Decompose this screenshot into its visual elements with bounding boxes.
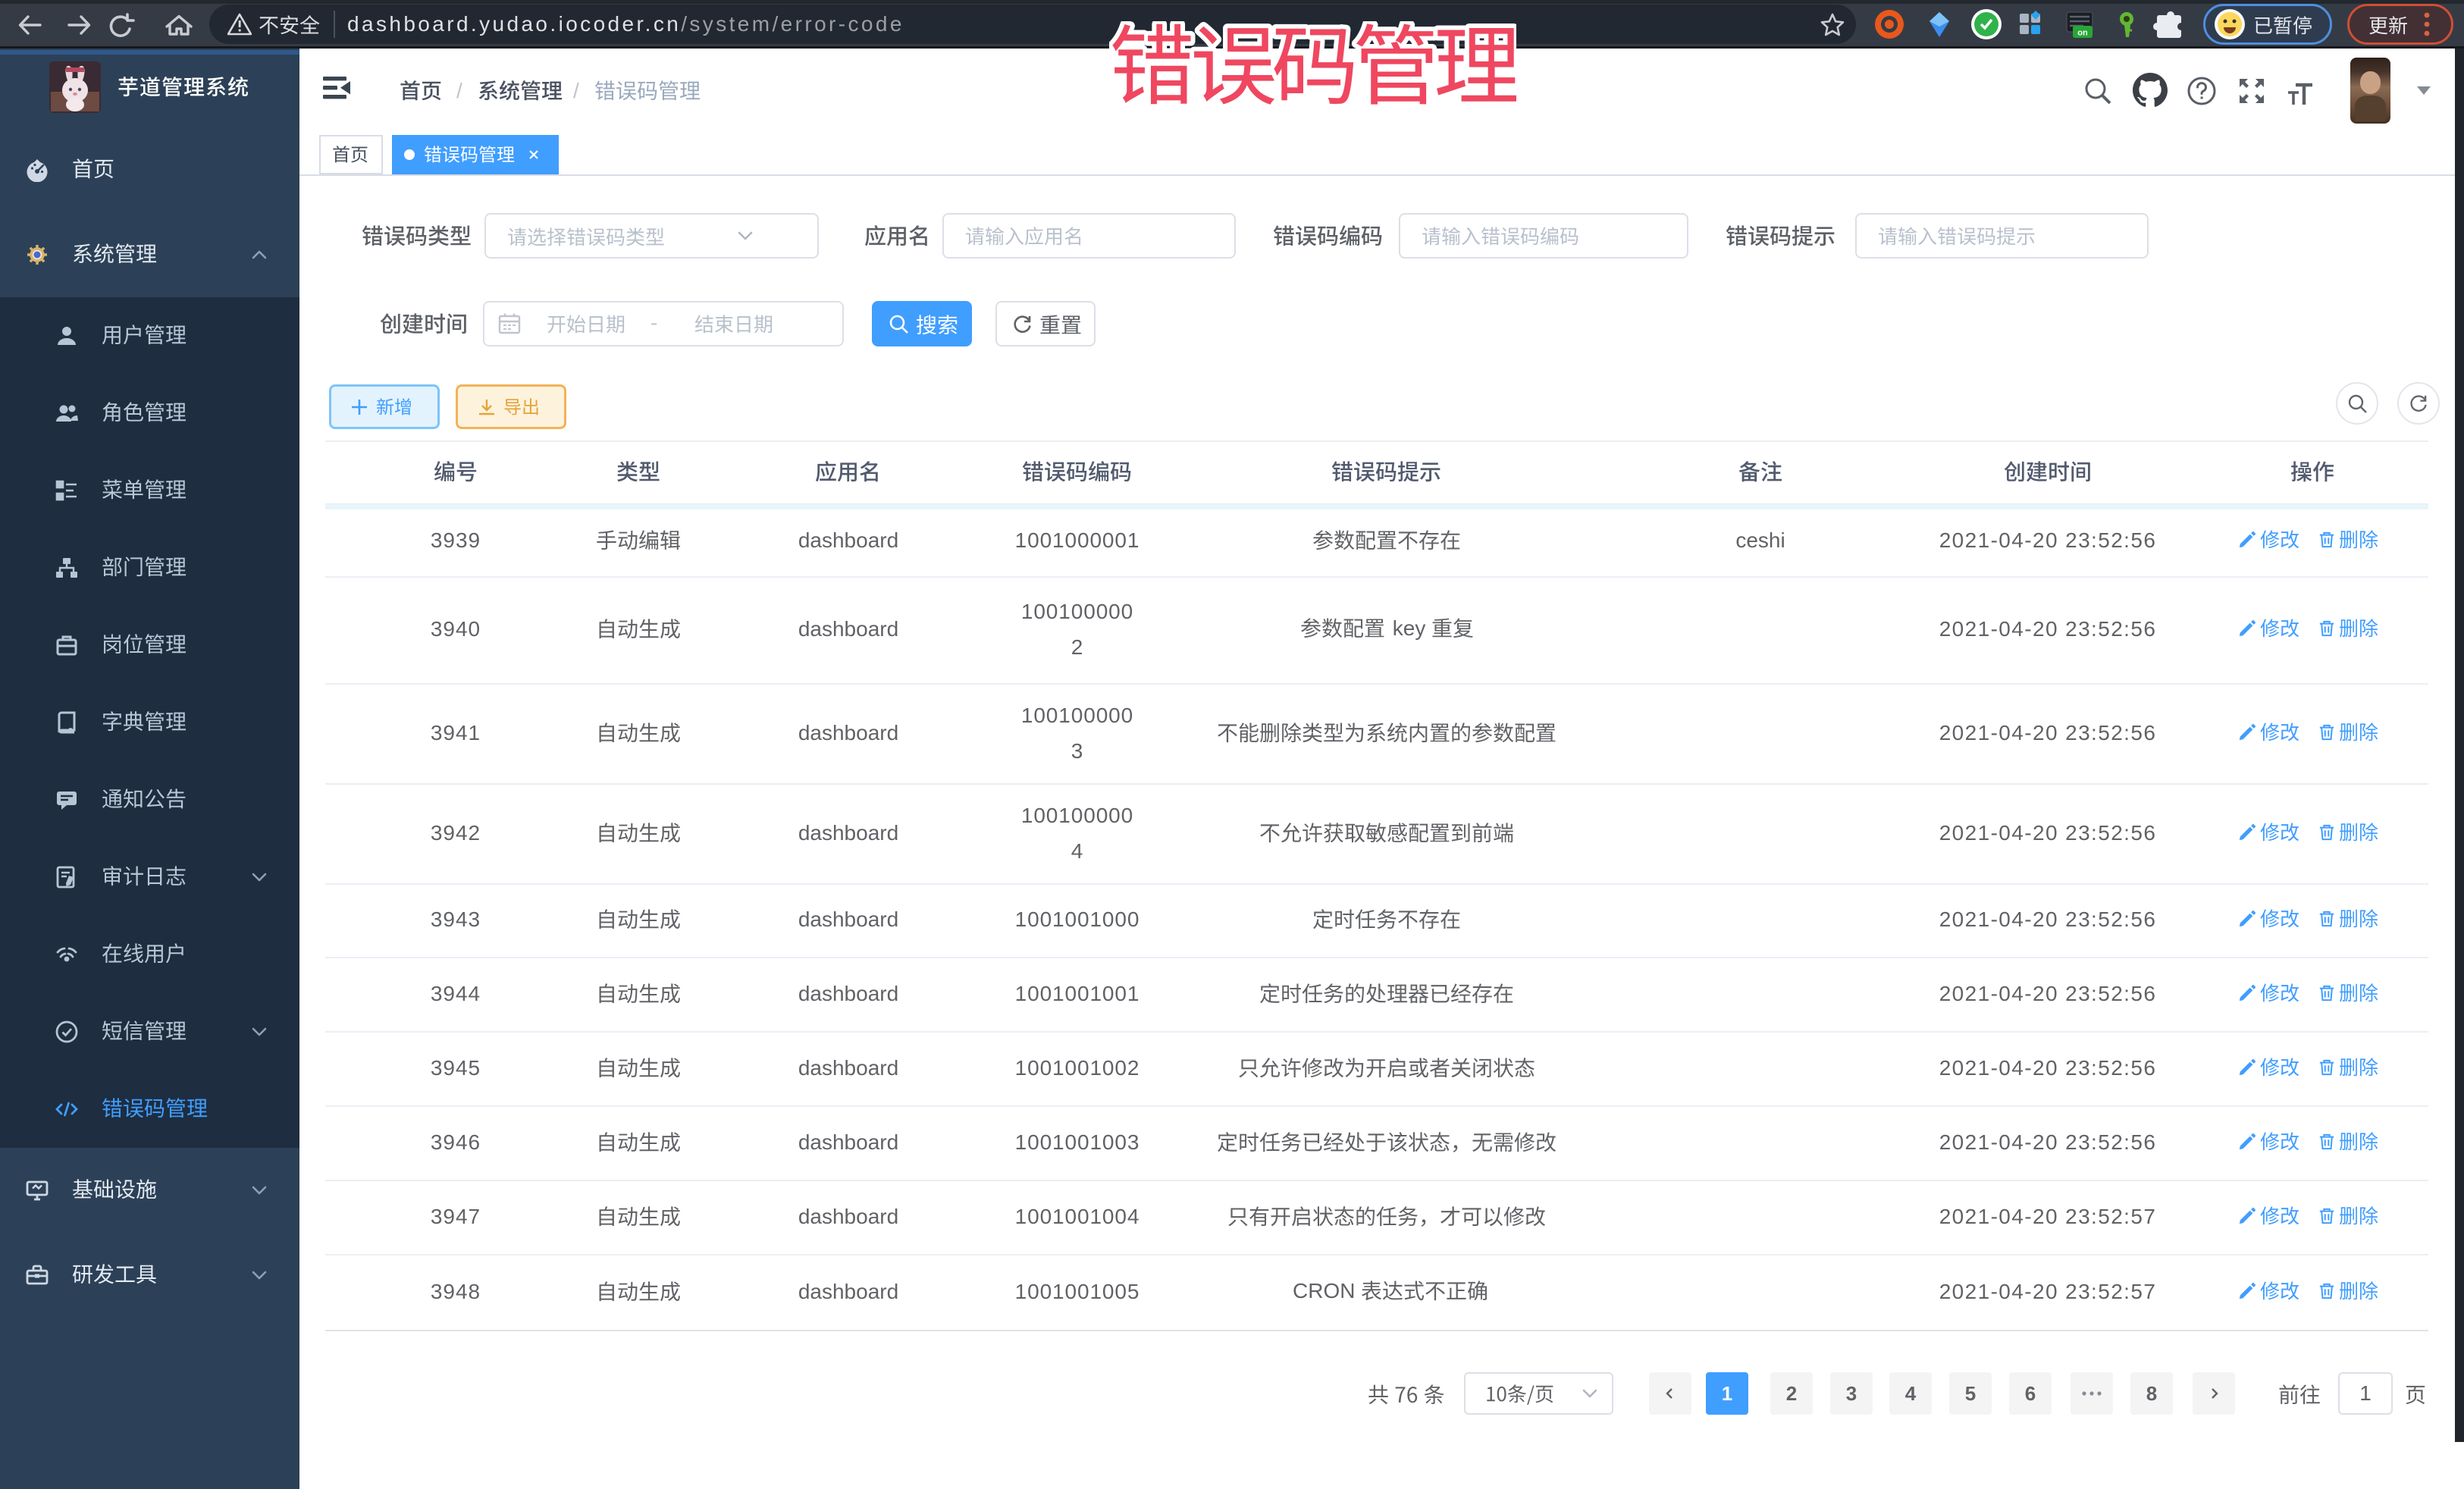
svg-text:on: on [2077,29,2088,38]
